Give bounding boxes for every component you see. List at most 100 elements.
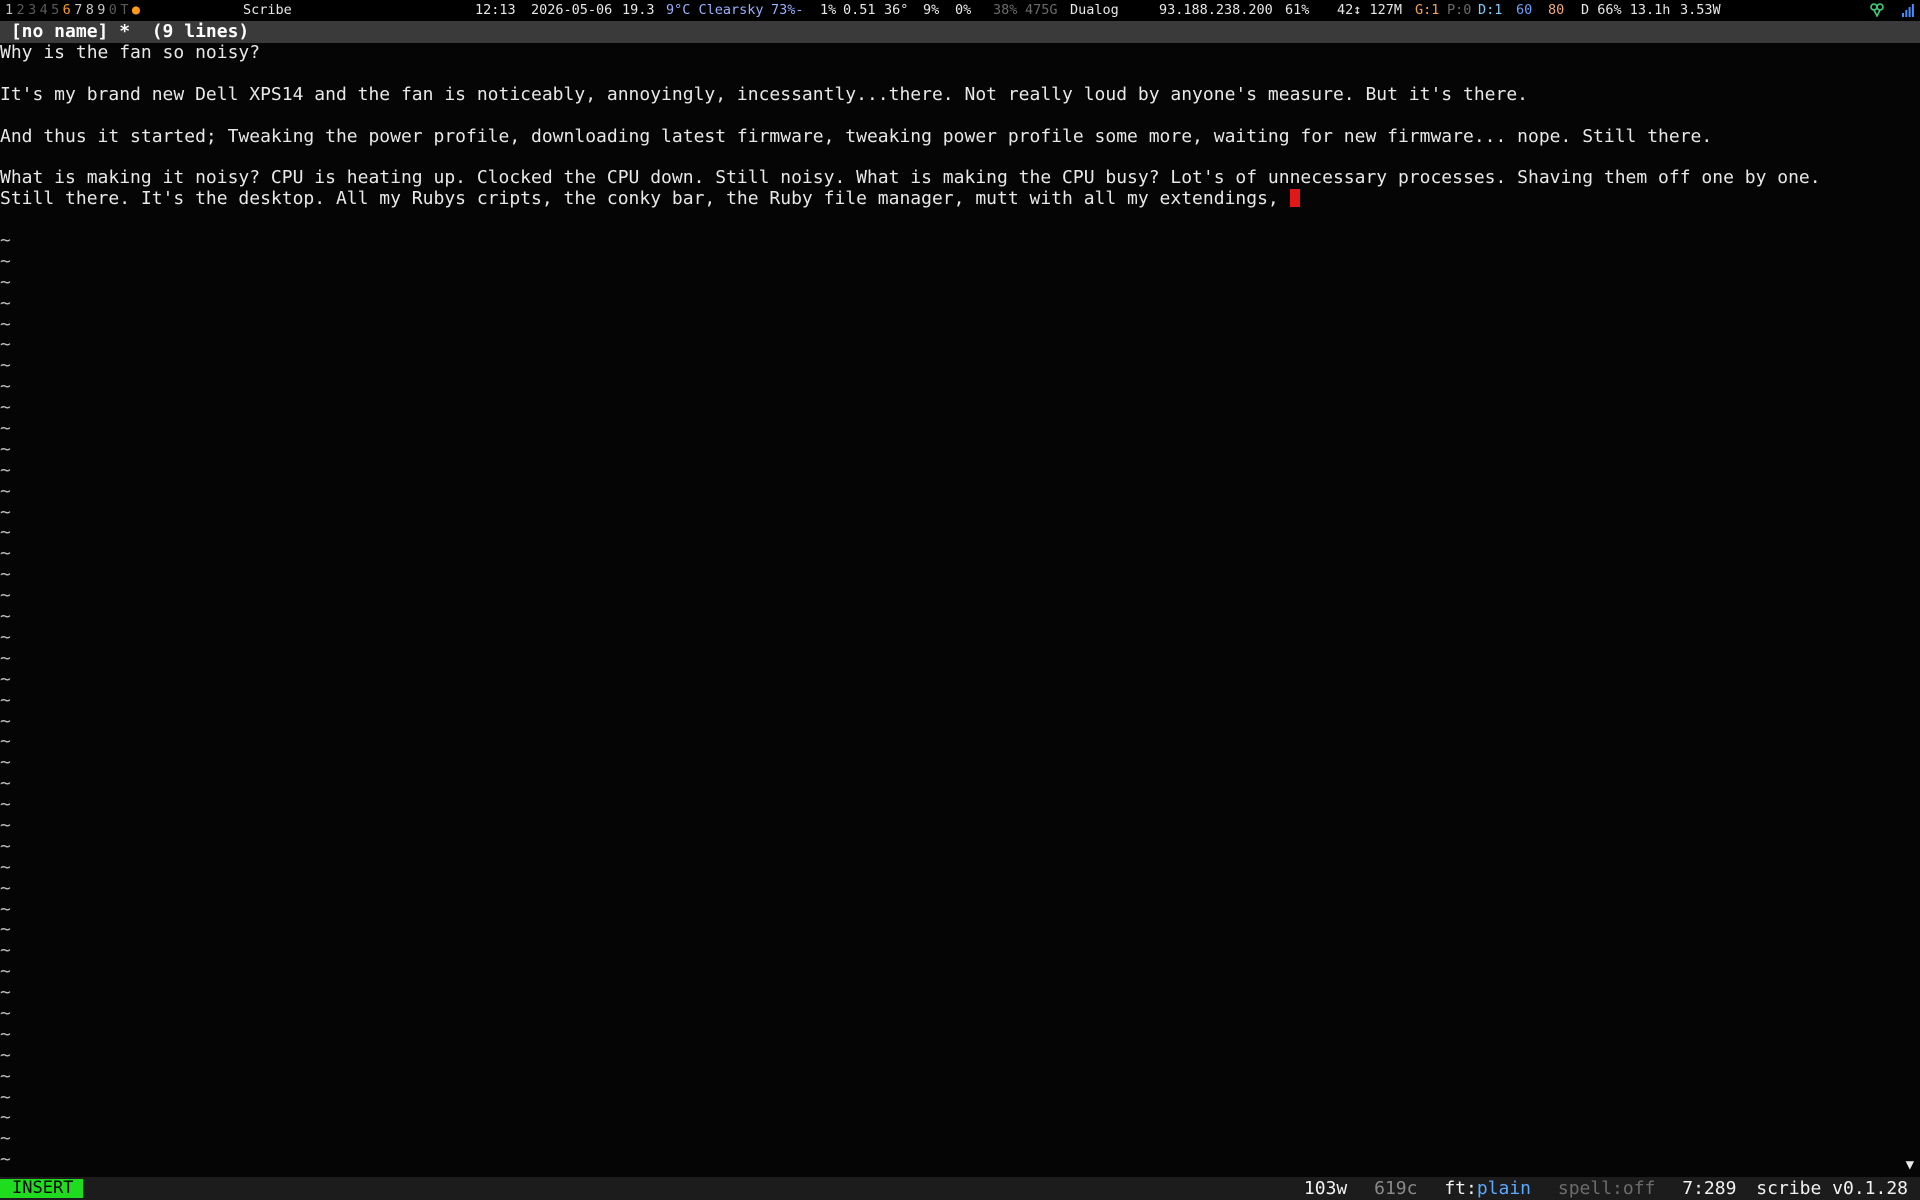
workspace-8[interactable]: 8	[86, 2, 94, 18]
empty-line-marker: ~	[0, 355, 11, 377]
text-line[interactable]: What is making it noisy? CPU is heating …	[0, 167, 1920, 189]
cpu-temp: 36°	[884, 2, 909, 18]
cursor-position: 7:289	[1682, 1178, 1737, 1199]
empty-line-marker: ~	[0, 418, 11, 440]
swap-usage: 0%	[955, 2, 972, 18]
empty-line-marker: ~	[0, 898, 11, 920]
text-line-content: Still there. It's the desktop. All my Ru…	[0, 188, 1290, 210]
scroll-down-icon[interactable]: ▼	[1906, 1158, 1914, 1172]
battery-level: 61%	[1285, 2, 1310, 18]
counter-60: 60	[1516, 2, 1533, 18]
empty-line-marker: ~	[0, 940, 11, 962]
mode-indicator: INSERT	[0, 1179, 84, 1198]
text-line[interactable]	[0, 106, 1920, 127]
filetype-label: ft:	[1444, 1178, 1477, 1199]
status-info: 103w 619c ft:plain spell:off 7:289 scrib…	[1288, 1177, 1908, 1200]
filetype: ft:plain	[1444, 1178, 1531, 1199]
workspace-9[interactable]: 9	[97, 2, 105, 18]
empty-line-marker: ~	[0, 1086, 11, 1108]
text-line[interactable]: Why is the fan so noisy?	[0, 42, 1920, 64]
app-version: scribe v0.1.28	[1756, 1178, 1908, 1199]
text-line-content: Why is the fan so noisy?	[0, 42, 261, 63]
cpu-usage: 1%	[820, 2, 837, 18]
filetype-value: plain	[1476, 1178, 1532, 1199]
empty-line-marker: ~	[0, 877, 11, 899]
text-line-content: And thus it started; Tweaking the power …	[0, 125, 1713, 147]
counter-80: 80	[1548, 2, 1565, 18]
text-editor-area[interactable]: Why is the fan so noisy? It's my brand ne…	[0, 42, 1920, 1177]
workspace-6[interactable]: 6	[63, 2, 71, 18]
power-watts: 3.53W	[1680, 2, 1721, 18]
workspace-4[interactable]: 4	[40, 2, 48, 18]
mail-p-count: P:0	[1447, 2, 1472, 18]
empty-line-marker: ~	[0, 438, 11, 460]
empty-line-marker: ~	[0, 1107, 11, 1129]
text-line[interactable]	[0, 210, 1920, 231]
date: 2026-05-06	[531, 2, 613, 18]
empty-line-marker: ~	[0, 313, 11, 335]
mail-d-count: D:1	[1478, 2, 1503, 18]
spell-status: spell:off	[1557, 1178, 1656, 1199]
disk-usage: 38%	[993, 2, 1018, 18]
empty-line-marker: ~	[0, 731, 11, 753]
empty-line-marker: ~	[0, 1065, 11, 1087]
empty-line-marker: ~	[0, 292, 11, 314]
empty-line-marker: ~	[0, 480, 11, 502]
empty-line-marker: ~	[0, 626, 11, 648]
empty-line-marker: ~	[0, 1023, 11, 1045]
workspace-list: 1 2 3 4 5 6 7 8 9 0 T ●	[5, 0, 143, 21]
empty-line-marker: ~	[0, 647, 11, 669]
network-traffic: 42↕ 127M	[1337, 2, 1403, 18]
word-count: 103w	[1303, 1178, 1348, 1199]
power-status: D 66% 13.1h	[1581, 2, 1671, 18]
empty-line-marker: ~	[0, 773, 11, 795]
buffer-title-bar: [no name] * (9 lines)	[0, 21, 1920, 43]
workspace-0[interactable]: 0	[109, 2, 117, 18]
empty-line-marker: ~	[0, 794, 11, 816]
empty-line-marker: ~	[0, 250, 11, 272]
char-count: 619c	[1374, 1178, 1418, 1199]
empty-line-marker: ~	[0, 522, 11, 544]
empty-line-marker: ~	[0, 230, 11, 252]
empty-line-marker: ~	[0, 1002, 11, 1024]
empty-line-marker: ~	[0, 1128, 11, 1150]
text-line[interactable]: Still there. It's the desktop. All my Ru…	[0, 188, 1920, 210]
text-cursor	[1289, 189, 1300, 208]
disk-size: 475G	[1025, 2, 1058, 18]
memory-usage: 9%	[923, 2, 940, 18]
workspace-T[interactable]: T	[120, 2, 128, 18]
system-tray	[1860, 3, 1914, 18]
empty-line-marker: ~	[0, 1149, 11, 1171]
top-status-bar: 1 2 3 4 5 6 7 8 9 0 T ● Scribe 12:13 2026-05-06 19.…	[0, 0, 1920, 21]
empty-line-marker: ~	[0, 1044, 11, 1066]
window-title: Scribe	[243, 2, 292, 18]
load-average: 0.51	[843, 2, 876, 18]
empty-line-marker: ~	[0, 689, 11, 711]
empty-line-marker: ~	[0, 752, 11, 774]
empty-line-marker: ~	[0, 710, 11, 732]
empty-line-marker: ~	[0, 814, 11, 836]
empty-line-marker: ~	[0, 961, 11, 983]
empty-line-marker: ~	[0, 668, 11, 690]
humidity: 73%-	[771, 2, 804, 18]
empty-line-marker: ~	[0, 856, 11, 878]
empty-line-marker: ~	[0, 334, 11, 356]
text-line-content: What is making it noisy? CPU is heating …	[0, 167, 1821, 189]
empty-line-marker: ~	[0, 501, 11, 523]
empty-line-marker: ~	[0, 397, 11, 419]
empty-line-marker: ~	[0, 982, 11, 1004]
text-line[interactable]	[0, 64, 1920, 85]
empty-line-marker: ~	[0, 564, 11, 586]
empty-line-marker: ~	[0, 376, 11, 398]
empty-line-marker: ~	[0, 919, 11, 941]
text-line[interactable]	[0, 147, 1920, 168]
workspace-7[interactable]: 7	[74, 2, 82, 18]
workspace-5[interactable]: 5	[51, 2, 59, 18]
ip-address: 93.188.238.200	[1159, 2, 1273, 18]
workspace-1[interactable]: 1	[5, 2, 13, 18]
workspace-3[interactable]: 3	[28, 2, 36, 18]
text-line[interactable]: And thus it started; Tweaking the power …	[0, 125, 1920, 148]
empty-line-marker: ~	[0, 606, 11, 628]
text-line[interactable]: It's my brand new Dell XPS14 and the fan…	[0, 84, 1920, 106]
workspace-2[interactable]: 2	[17, 2, 25, 18]
